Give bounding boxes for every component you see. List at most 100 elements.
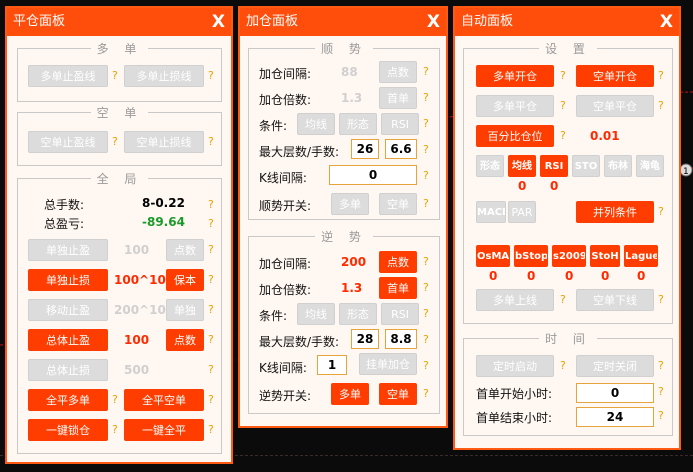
help-icon[interactable]: ? [208, 363, 214, 376]
help-icon[interactable]: ? [658, 99, 664, 112]
single-tp-button[interactable]: 单独止盈 [28, 239, 108, 261]
sell-lower-line-button[interactable]: 空单下线 [576, 289, 654, 311]
system-stoh-button[interactable]: StoH [590, 245, 620, 267]
help-icon[interactable]: ? [208, 393, 214, 406]
help-icon[interactable]: ? [423, 307, 429, 320]
sell-tp-line-button[interactable]: 空单止盈线 [28, 131, 108, 153]
max-lots-field[interactable]: 8.8 [385, 329, 417, 349]
timer-stop-button[interactable]: 定时关闭 [576, 355, 654, 377]
close-panel-header[interactable]: 平仓面板 X [7, 8, 231, 36]
sell-sl-line-button[interactable]: 空单止损线 [124, 131, 204, 153]
breakeven-button[interactable]: 保本 [166, 269, 204, 291]
help-icon[interactable]: ? [112, 393, 118, 406]
close-all-buy-button[interactable]: 全平多单 [28, 389, 108, 411]
help-icon[interactable]: ? [658, 69, 664, 82]
indicator-rsi-button[interactable]: RSI [540, 155, 568, 177]
help-icon[interactable]: ? [208, 303, 214, 316]
help-icon[interactable]: ? [658, 205, 664, 218]
buy-sl-line-button[interactable]: 多单止损线 [124, 65, 204, 87]
sell-switch-button[interactable]: 空单 [379, 193, 417, 215]
indicator-turtle-button[interactable]: 海龟 [636, 155, 664, 177]
ma-condition-button[interactable]: 均线 [297, 303, 335, 325]
close-icon[interactable]: X [660, 8, 673, 36]
help-icon[interactable]: ? [423, 359, 429, 372]
indicator-pattern-button[interactable]: 形态 [476, 155, 504, 177]
help-icon[interactable]: ? [560, 129, 566, 142]
help-icon[interactable]: ? [208, 333, 214, 346]
k-interval-field[interactable]: 1 [317, 355, 347, 375]
pattern-condition-button[interactable]: 形态 [339, 113, 377, 135]
help-icon[interactable]: ? [208, 243, 214, 256]
help-icon[interactable]: ? [423, 143, 429, 156]
indicator-ma-button[interactable]: 均线 [508, 155, 536, 177]
single-button[interactable]: 单独 [166, 299, 204, 321]
help-icon[interactable]: ? [208, 135, 214, 148]
max-lots-field[interactable]: 6.6 [385, 139, 417, 159]
help-icon[interactable]: ? [423, 91, 429, 104]
system-osma-button[interactable]: OsMA [476, 245, 510, 267]
system-lague-button[interactable]: Lague [624, 245, 658, 267]
help-icon[interactable]: ? [658, 385, 664, 398]
buy-switch-button[interactable]: 多单 [331, 193, 369, 215]
help-icon[interactable]: ? [560, 99, 566, 112]
close-all-button[interactable]: 一键全平 [124, 419, 204, 441]
percent-position-button[interactable]: 百分比仓位 [476, 125, 554, 147]
parallel-condition-button[interactable]: 并列条件 [576, 201, 654, 223]
help-icon[interactable]: ? [423, 255, 429, 268]
help-icon[interactable]: ? [423, 117, 429, 130]
rsi-condition-button[interactable]: RSI [381, 113, 419, 135]
close-buy-button[interactable]: 多单平仓 [476, 95, 554, 117]
max-layers-field[interactable]: 28 [351, 329, 379, 349]
help-icon[interactable]: ? [208, 198, 214, 211]
lock-position-button[interactable]: 一键锁仓 [28, 419, 108, 441]
total-sl-button[interactable]: 总体止损 [28, 359, 108, 381]
help-icon[interactable]: ? [658, 293, 664, 306]
rsi-condition-button[interactable]: RSI [381, 303, 419, 325]
help-icon[interactable]: ? [208, 217, 214, 230]
help-icon[interactable]: ? [658, 359, 664, 372]
help-icon[interactable]: ? [560, 359, 566, 372]
help-icon[interactable]: ? [208, 273, 214, 286]
pattern-condition-button[interactable]: 形态 [339, 303, 377, 325]
close-all-sell-button[interactable]: 全平空单 [124, 389, 204, 411]
par-button[interactable]: PAR [508, 201, 536, 223]
system-s2009-button[interactable]: s2009 [552, 245, 586, 267]
k-interval-field[interactable]: 0 [329, 165, 417, 185]
close-icon[interactable]: X [427, 8, 440, 36]
help-icon[interactable]: ? [208, 69, 214, 82]
open-sell-button[interactable]: 空单开仓 [576, 65, 654, 87]
help-icon[interactable]: ? [560, 69, 566, 82]
pending-add-button[interactable]: 挂单加仓 [359, 353, 417, 375]
add-panel-header[interactable]: 加仓面板 X [240, 8, 446, 36]
help-icon[interactable]: ? [423, 333, 429, 346]
macd-button[interactable]: MACD [476, 201, 506, 223]
buy-tp-line-button[interactable]: 多单止盈线 [28, 65, 108, 87]
single-sl-button[interactable]: 单独止损 [28, 269, 108, 291]
buy-switch-button[interactable]: 多单 [331, 383, 369, 405]
indicator-sto-button[interactable]: STO [572, 155, 600, 177]
open-hour-field[interactable]: 0 [576, 383, 654, 403]
first-order-button[interactable]: 首单 [379, 87, 417, 109]
help-icon[interactable]: ? [560, 293, 566, 306]
points-button[interactable]: 点数 [166, 239, 204, 261]
points-button[interactable]: 点数 [379, 251, 417, 273]
close-icon[interactable]: X [212, 8, 225, 36]
sell-switch-button[interactable]: 空单 [379, 383, 417, 405]
system-bstop-button[interactable]: bStop [514, 245, 548, 267]
trailing-tp-button[interactable]: 移动止盈 [28, 299, 108, 321]
indicator-boll-button[interactable]: 布林 [604, 155, 632, 177]
close-sell-button[interactable]: 空单平仓 [576, 95, 654, 117]
ma-condition-button[interactable]: 均线 [297, 113, 335, 135]
max-layers-field[interactable]: 26 [351, 139, 379, 159]
help-icon[interactable]: ? [423, 169, 429, 182]
help-icon[interactable]: ? [423, 281, 429, 294]
help-icon[interactable]: ? [208, 423, 214, 436]
auto-panel-header[interactable]: 自动面板 X [455, 8, 679, 36]
close-hour-field[interactable]: 24 [576, 407, 654, 427]
timer-start-button[interactable]: 定时启动 [476, 355, 554, 377]
open-buy-button[interactable]: 多单开仓 [476, 65, 554, 87]
help-icon[interactable]: ? [423, 65, 429, 78]
points-button[interactable]: 点数 [166, 329, 204, 351]
first-order-button[interactable]: 首单 [379, 277, 417, 299]
help-icon[interactable]: ? [423, 197, 429, 210]
